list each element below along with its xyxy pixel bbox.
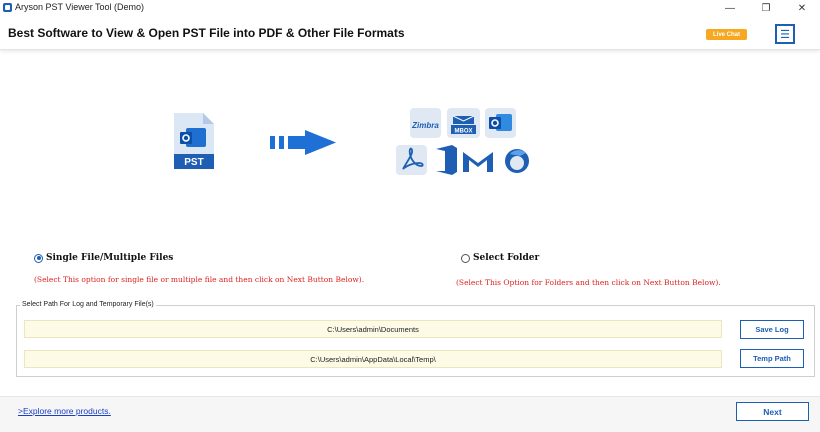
single-file-option[interactable]: Single File/Multiple Files [34, 253, 173, 263]
single-file-label: Single File/Multiple Files [46, 253, 174, 263]
title-bar: Aryson PST Viewer Tool (Demo) — ❐ ✕ [0, 0, 820, 16]
select-folder-radio[interactable] [461, 253, 470, 263]
app-header: Best Software to View & Open PST File in… [0, 16, 820, 50]
pdf-icon [396, 145, 427, 175]
window-title: Aryson PST Viewer Tool (Demo) [15, 2, 145, 12]
path-group-legend: Select Path For Log and Temporary File(s… [20, 301, 156, 308]
footer-bar: >Explore more products. Next [0, 396, 820, 432]
minimize-button[interactable]: — [712, 0, 748, 16]
close-button[interactable]: ✕ [784, 0, 820, 16]
single-file-hint: (Select This option for single file or m… [34, 275, 365, 284]
next-button[interactable]: Next [736, 402, 809, 421]
save-log-button[interactable]: Save Log [740, 320, 804, 339]
maximize-button[interactable]: ❐ [748, 0, 784, 16]
hamburger-menu-button[interactable]: ☰ [775, 24, 795, 44]
thunderbird-icon [505, 149, 529, 173]
mbox-icon: MBOX [447, 108, 480, 138]
explore-more-products-link[interactable]: >Explore more products. [18, 406, 111, 416]
gmail-icon [463, 152, 493, 172]
office365-icon [436, 145, 457, 175]
select-folder-hint: (Select This Option for Folders and then… [456, 278, 721, 287]
single-file-radio[interactable] [34, 253, 43, 263]
app-logo-icon [3, 3, 12, 12]
select-folder-option[interactable]: Select Folder [461, 253, 539, 263]
temp-path-field[interactable]: C:\Users\admin\AppData\Local\Temp\ [24, 350, 722, 368]
pst-file-icon: PST [174, 113, 214, 169]
zimbra-icon: Zimbra [410, 108, 441, 138]
log-path-field[interactable]: C:\Users\admin\Documents [24, 320, 722, 338]
hero-illustration: PST Zimbra MBOX [174, 108, 529, 175]
pst-label: PST [184, 157, 203, 168]
svg-text:MBOX: MBOX [455, 129, 473, 135]
svg-text:Zimbra: Zimbra [411, 121, 439, 130]
outlook-icon [485, 108, 516, 138]
app-window: Aryson PST Viewer Tool (Demo) — ❐ ✕ Best… [0, 0, 820, 432]
live-chat-button[interactable]: Live Chat [706, 29, 747, 40]
temp-path-button[interactable]: Temp Path [740, 349, 804, 368]
page-title: Best Software to View & Open PST File in… [8, 26, 405, 40]
convert-arrow-icon [270, 130, 336, 155]
select-folder-label: Select Folder [473, 253, 540, 263]
